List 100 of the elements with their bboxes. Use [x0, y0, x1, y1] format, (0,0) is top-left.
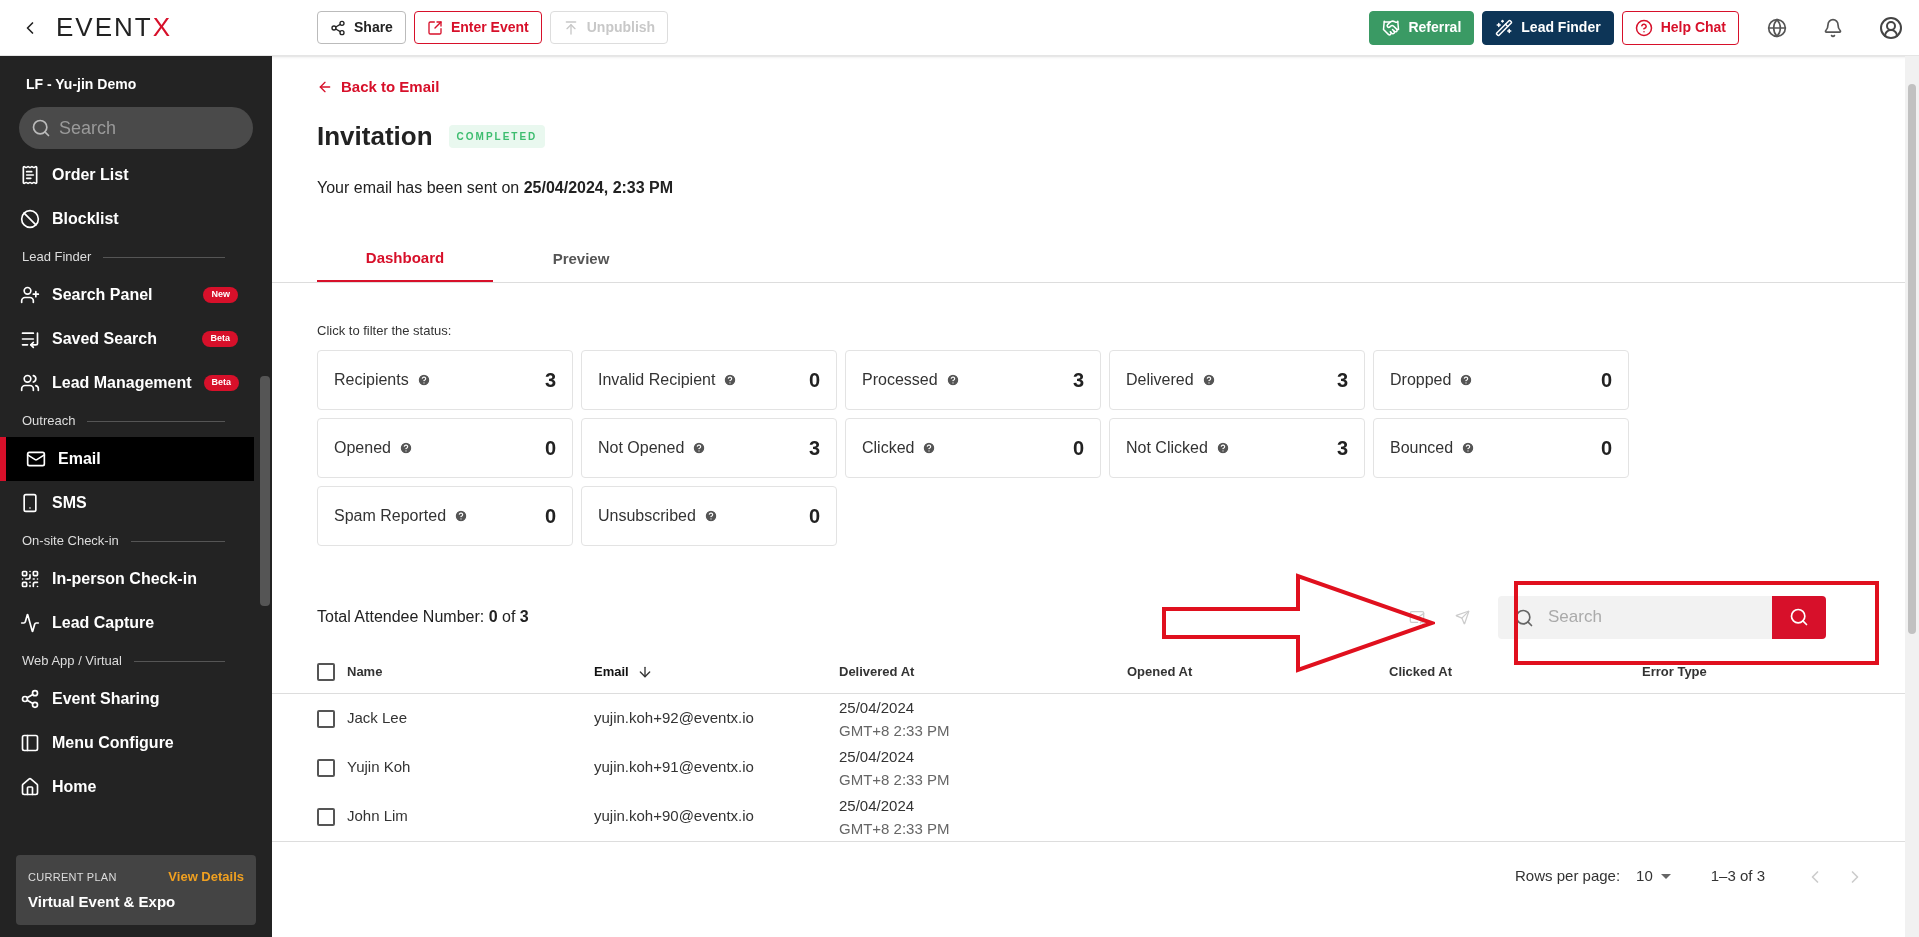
help-icon: [398, 441, 413, 455]
page-title: Invitation: [317, 119, 433, 153]
page-range: 1–3 of 3: [1710, 866, 1765, 887]
stat-label: Clicked: [862, 438, 915, 458]
stat-card[interactable]: Dropped 0: [1373, 350, 1629, 410]
table-cell-text: yujin.koh+90@eventx.io: [594, 806, 755, 827]
stat-value: 3: [808, 436, 820, 461]
logo: EVENTX: [56, 11, 173, 44]
stat-label: Spam Reported: [334, 506, 447, 526]
stat-value: 0: [808, 504, 820, 529]
search-button[interactable]: [1772, 595, 1826, 639]
column-header[interactable]: Error Type: [1642, 661, 1707, 682]
column-header[interactable]: Delivered At: [839, 661, 915, 682]
sidebar-item[interactable]: In-person Check-in: [0, 557, 254, 601]
stat-card[interactable]: Processed 3: [845, 350, 1101, 410]
table-cell-text: 25/04/2024: [839, 697, 916, 718]
sidebar-item[interactable]: Lead Management Beta: [0, 361, 254, 405]
table-cell-text: yujin.koh+91@eventx.io: [594, 757, 755, 778]
help-icon: [1461, 441, 1476, 455]
stat-card[interactable]: Clicked 0: [845, 418, 1101, 478]
stat-card[interactable]: Opened 0: [317, 418, 573, 478]
scrollbar-thumb[interactable]: [1908, 84, 1916, 634]
help-icon: [454, 509, 469, 523]
help-icon: [723, 373, 738, 387]
stat-label: Invalid Recipient: [598, 370, 716, 390]
mail-icon: [26, 449, 46, 469]
column-header[interactable]: Clicked At: [1389, 661, 1453, 682]
help-icon: [1201, 373, 1216, 387]
tab[interactable]: Preview: [493, 237, 669, 282]
back-link[interactable]: Back to Email: [317, 76, 440, 99]
stat-card[interactable]: Spam Reported 0: [317, 486, 573, 546]
magic-wand-icon: [1495, 18, 1514, 37]
panel-icon: [20, 733, 40, 753]
share-button[interactable]: Share: [317, 11, 406, 44]
rows-per-page-select[interactable]: 10: [1636, 865, 1671, 888]
help-icon: [945, 373, 960, 387]
stat-card[interactable]: Not Clicked 3: [1109, 418, 1365, 478]
table-cell-text: Jack Lee: [347, 708, 408, 729]
stat-value: 0: [808, 368, 820, 393]
table-cell-text: John Lim: [347, 806, 408, 827]
column-header[interactable]: Name: [347, 661, 383, 682]
stat-card[interactable]: Unsubscribed 0: [581, 486, 837, 546]
filter-hint: Click to filter the status:: [317, 321, 453, 340]
sidebar-item[interactable]: Menu Configure: [0, 721, 254, 765]
sidebar-item[interactable]: Saved Search Beta: [0, 317, 254, 361]
stat-value: 0: [544, 504, 556, 529]
stat-card[interactable]: Bounced 0: [1373, 418, 1629, 478]
checkbox[interactable]: [317, 758, 335, 777]
home-icon: [20, 777, 40, 797]
column-header[interactable]: Email: [594, 661, 629, 682]
sidebar-item[interactable]: Blocklist: [0, 197, 254, 241]
sidebar-item[interactable]: Order List: [0, 153, 254, 197]
account-icon[interactable]: [1879, 15, 1903, 40]
stat-card[interactable]: Recipients 3: [317, 350, 573, 410]
section-label: On-site Check-in: [22, 532, 119, 551]
sidebar-item[interactable]: Event Sharing: [0, 677, 254, 721]
stat-value: 3: [1336, 368, 1348, 393]
column-header[interactable]: Opened At: [1127, 661, 1193, 682]
status-badge: COMPLETED: [448, 124, 546, 148]
section-label: Outreach: [22, 412, 76, 431]
sidebar-item[interactable]: Search Panel New: [0, 273, 254, 317]
stat-label: Bounced: [1390, 438, 1454, 458]
stat-label: Dropped: [1390, 370, 1452, 390]
stat-card[interactable]: Not Opened 3: [581, 418, 837, 478]
share-icon: [20, 689, 40, 709]
enter-button[interactable]: Enter Event: [413, 11, 542, 44]
checkbox[interactable]: [317, 807, 335, 826]
tab[interactable]: Dashboard: [317, 237, 493, 282]
stat-card[interactable]: Invalid Recipient 0: [581, 350, 837, 410]
view-details-link[interactable]: View Details: [168, 867, 244, 887]
status-badge: Beta: [202, 331, 238, 347]
stat-label: Not Opened: [598, 438, 685, 458]
table-cell-text: 25/04/2024: [839, 795, 916, 816]
stat-label: Opened: [334, 438, 391, 458]
handshake-icon: [1382, 18, 1401, 37]
receipt-icon: [20, 165, 40, 185]
stat-card[interactable]: Delivered 3: [1109, 350, 1365, 410]
sidebar-item[interactable]: Home: [0, 765, 254, 809]
leadfinder-button[interactable]: Lead Finder: [1482, 10, 1614, 45]
qr-code-icon: [20, 569, 40, 589]
sidebar-item[interactable]: Email: [0, 437, 254, 481]
notification-icon[interactable]: [1823, 17, 1843, 38]
help-button[interactable]: Help Chat: [1621, 10, 1739, 45]
table-cell-text: GMT+8 2:33 PM: [839, 769, 951, 790]
help-icon: [1634, 18, 1653, 37]
checkbox[interactable]: [317, 709, 335, 728]
language-icon[interactable]: [1767, 17, 1787, 38]
search-field[interactable]: Search: [19, 107, 253, 149]
mail-icon[interactable]: [1409, 609, 1425, 625]
table-cell-text: GMT+8 2:33 PM: [839, 818, 951, 839]
scrollbar-thumb[interactable]: [260, 376, 270, 606]
sidebar-item[interactable]: SMS: [0, 481, 254, 525]
checkbox[interactable]: [317, 662, 335, 681]
rows-per-page-label: Rows per page:: [1515, 866, 1621, 887]
plan-caption: CURRENT PLAN: [28, 869, 117, 885]
stat-label: Unsubscribed: [598, 506, 696, 526]
sidebar-item[interactable]: Lead Capture: [0, 601, 254, 645]
search-field[interactable]: Search: [1498, 595, 1772, 639]
table-cell-text: yujin.koh+92@eventx.io: [594, 708, 755, 729]
referral-button[interactable]: Referral: [1369, 10, 1475, 45]
